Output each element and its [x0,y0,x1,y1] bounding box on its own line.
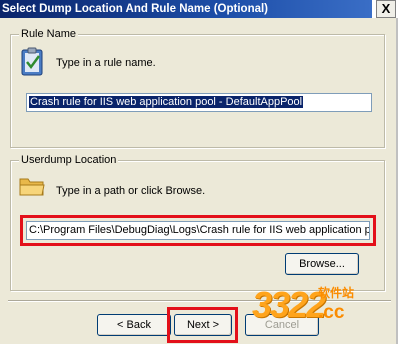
rule-name-value: Crash rule for IIS web application pool … [29,96,304,108]
userdump-location-legend: Userdump Location [19,153,119,167]
watermark-domain-text: .cc [318,302,345,323]
rule-name-help: Type in a rule name. [56,57,156,69]
site-watermark: 3322 软件站 .cc [240,278,400,344]
rule-name-input[interactable]: Crash rule for IIS web application pool … [26,93,372,112]
rule-clipboard-icon [21,47,43,76]
userdump-location-help: Type in a path or click Browse. [56,185,206,197]
browse-button[interactable]: Browse... [285,253,359,275]
watermark-top-text: 软件站 [318,286,355,300]
window-title: Select Dump Location And Rule Name (Opti… [0,0,372,18]
watermark-logo: 3322 [252,284,326,325]
highlight-next-box [167,307,238,343]
folder-icon [19,178,45,196]
userdump-location-group: Userdump Location Type in a path or clic… [10,153,385,291]
rule-name-legend: Rule Name [19,27,79,41]
close-button[interactable]: X [376,0,396,18]
rule-name-group: Rule Name Type in a rule name. Crash rul… [10,27,385,148]
userdump-path-input[interactable]: C:\Program Files\DebugDiag\Logs\Crash ru… [26,221,370,240]
back-button[interactable]: < Back [97,314,171,336]
